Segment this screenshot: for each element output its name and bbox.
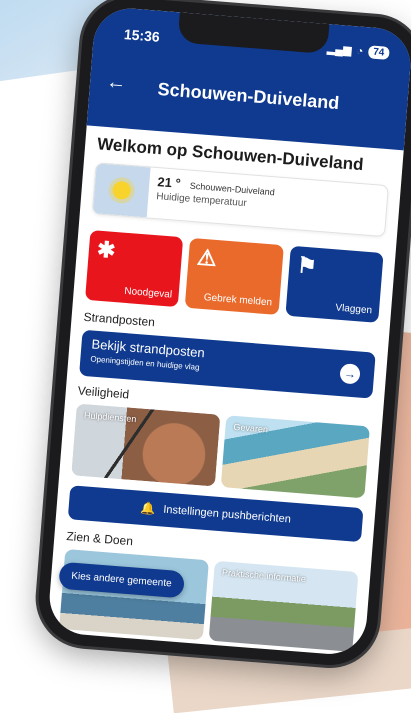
status-icons: ▂▄▆ ◔ 74 xyxy=(326,42,390,60)
bell-icon: 🔔 xyxy=(139,500,156,516)
hulpdiensten-label: Hulpdiensten xyxy=(83,410,137,425)
praktische-informatie-card[interactable]: Praktische informatie xyxy=(208,560,359,652)
quick-action-tiles: ✱ Noodgeval ⚠ Gebrek melden ⚑ Vlaggen xyxy=(85,230,384,323)
asterisk-icon: ✱ xyxy=(96,236,117,263)
report-defect-tile[interactable]: ⚠ Gebrek melden xyxy=(185,237,284,315)
page-title: Schouwen-Duiveland xyxy=(156,78,341,114)
phone-frame: 15:36 ▂▄▆ ◔ 74 ← Schouwen-Duiveland Welk… xyxy=(35,0,411,669)
status-time: 15:36 xyxy=(123,26,161,45)
emergency-label: Noodgeval xyxy=(123,285,173,301)
flags-tile[interactable]: ⚑ Vlaggen xyxy=(285,245,384,323)
praktische-informatie-label: Praktische informatie xyxy=(221,567,307,584)
phone-mockup: 15:36 ▂▄▆ ◔ 74 ← Schouwen-Duiveland Welk… xyxy=(35,0,411,669)
emergency-tile[interactable]: ✱ Noodgeval xyxy=(85,230,184,308)
report-defect-label: Gebrek melden xyxy=(203,292,273,309)
push-settings-label: Instellingen pushberichten xyxy=(162,503,292,526)
signal-icon: ▂▄▆ xyxy=(326,43,353,57)
weather-text: 21 ° Schouwen-Duiveland Huidige temperat… xyxy=(147,168,284,228)
temperature-value: 21 ° xyxy=(156,174,182,191)
sun-icon xyxy=(112,180,132,201)
weather-icon-box xyxy=(92,163,151,218)
gevaren-label: Gevaren xyxy=(233,421,269,435)
battery-indicator: 74 xyxy=(367,45,390,60)
hulpdiensten-card[interactable]: Hulpdiensten xyxy=(71,403,221,487)
flags-label: Vlaggen xyxy=(334,302,373,317)
phone-screen: 15:36 ▂▄▆ ◔ 74 ← Schouwen-Duiveland Welk… xyxy=(46,5,411,657)
gevaren-card[interactable]: Gevaren xyxy=(220,415,370,499)
warning-icon: ⚠ xyxy=(196,244,218,271)
veiligheid-cards: Hulpdiensten Gevaren xyxy=(71,403,370,499)
wifi-icon: ◔ xyxy=(356,44,364,58)
flag-icon: ⚑ xyxy=(296,252,318,279)
